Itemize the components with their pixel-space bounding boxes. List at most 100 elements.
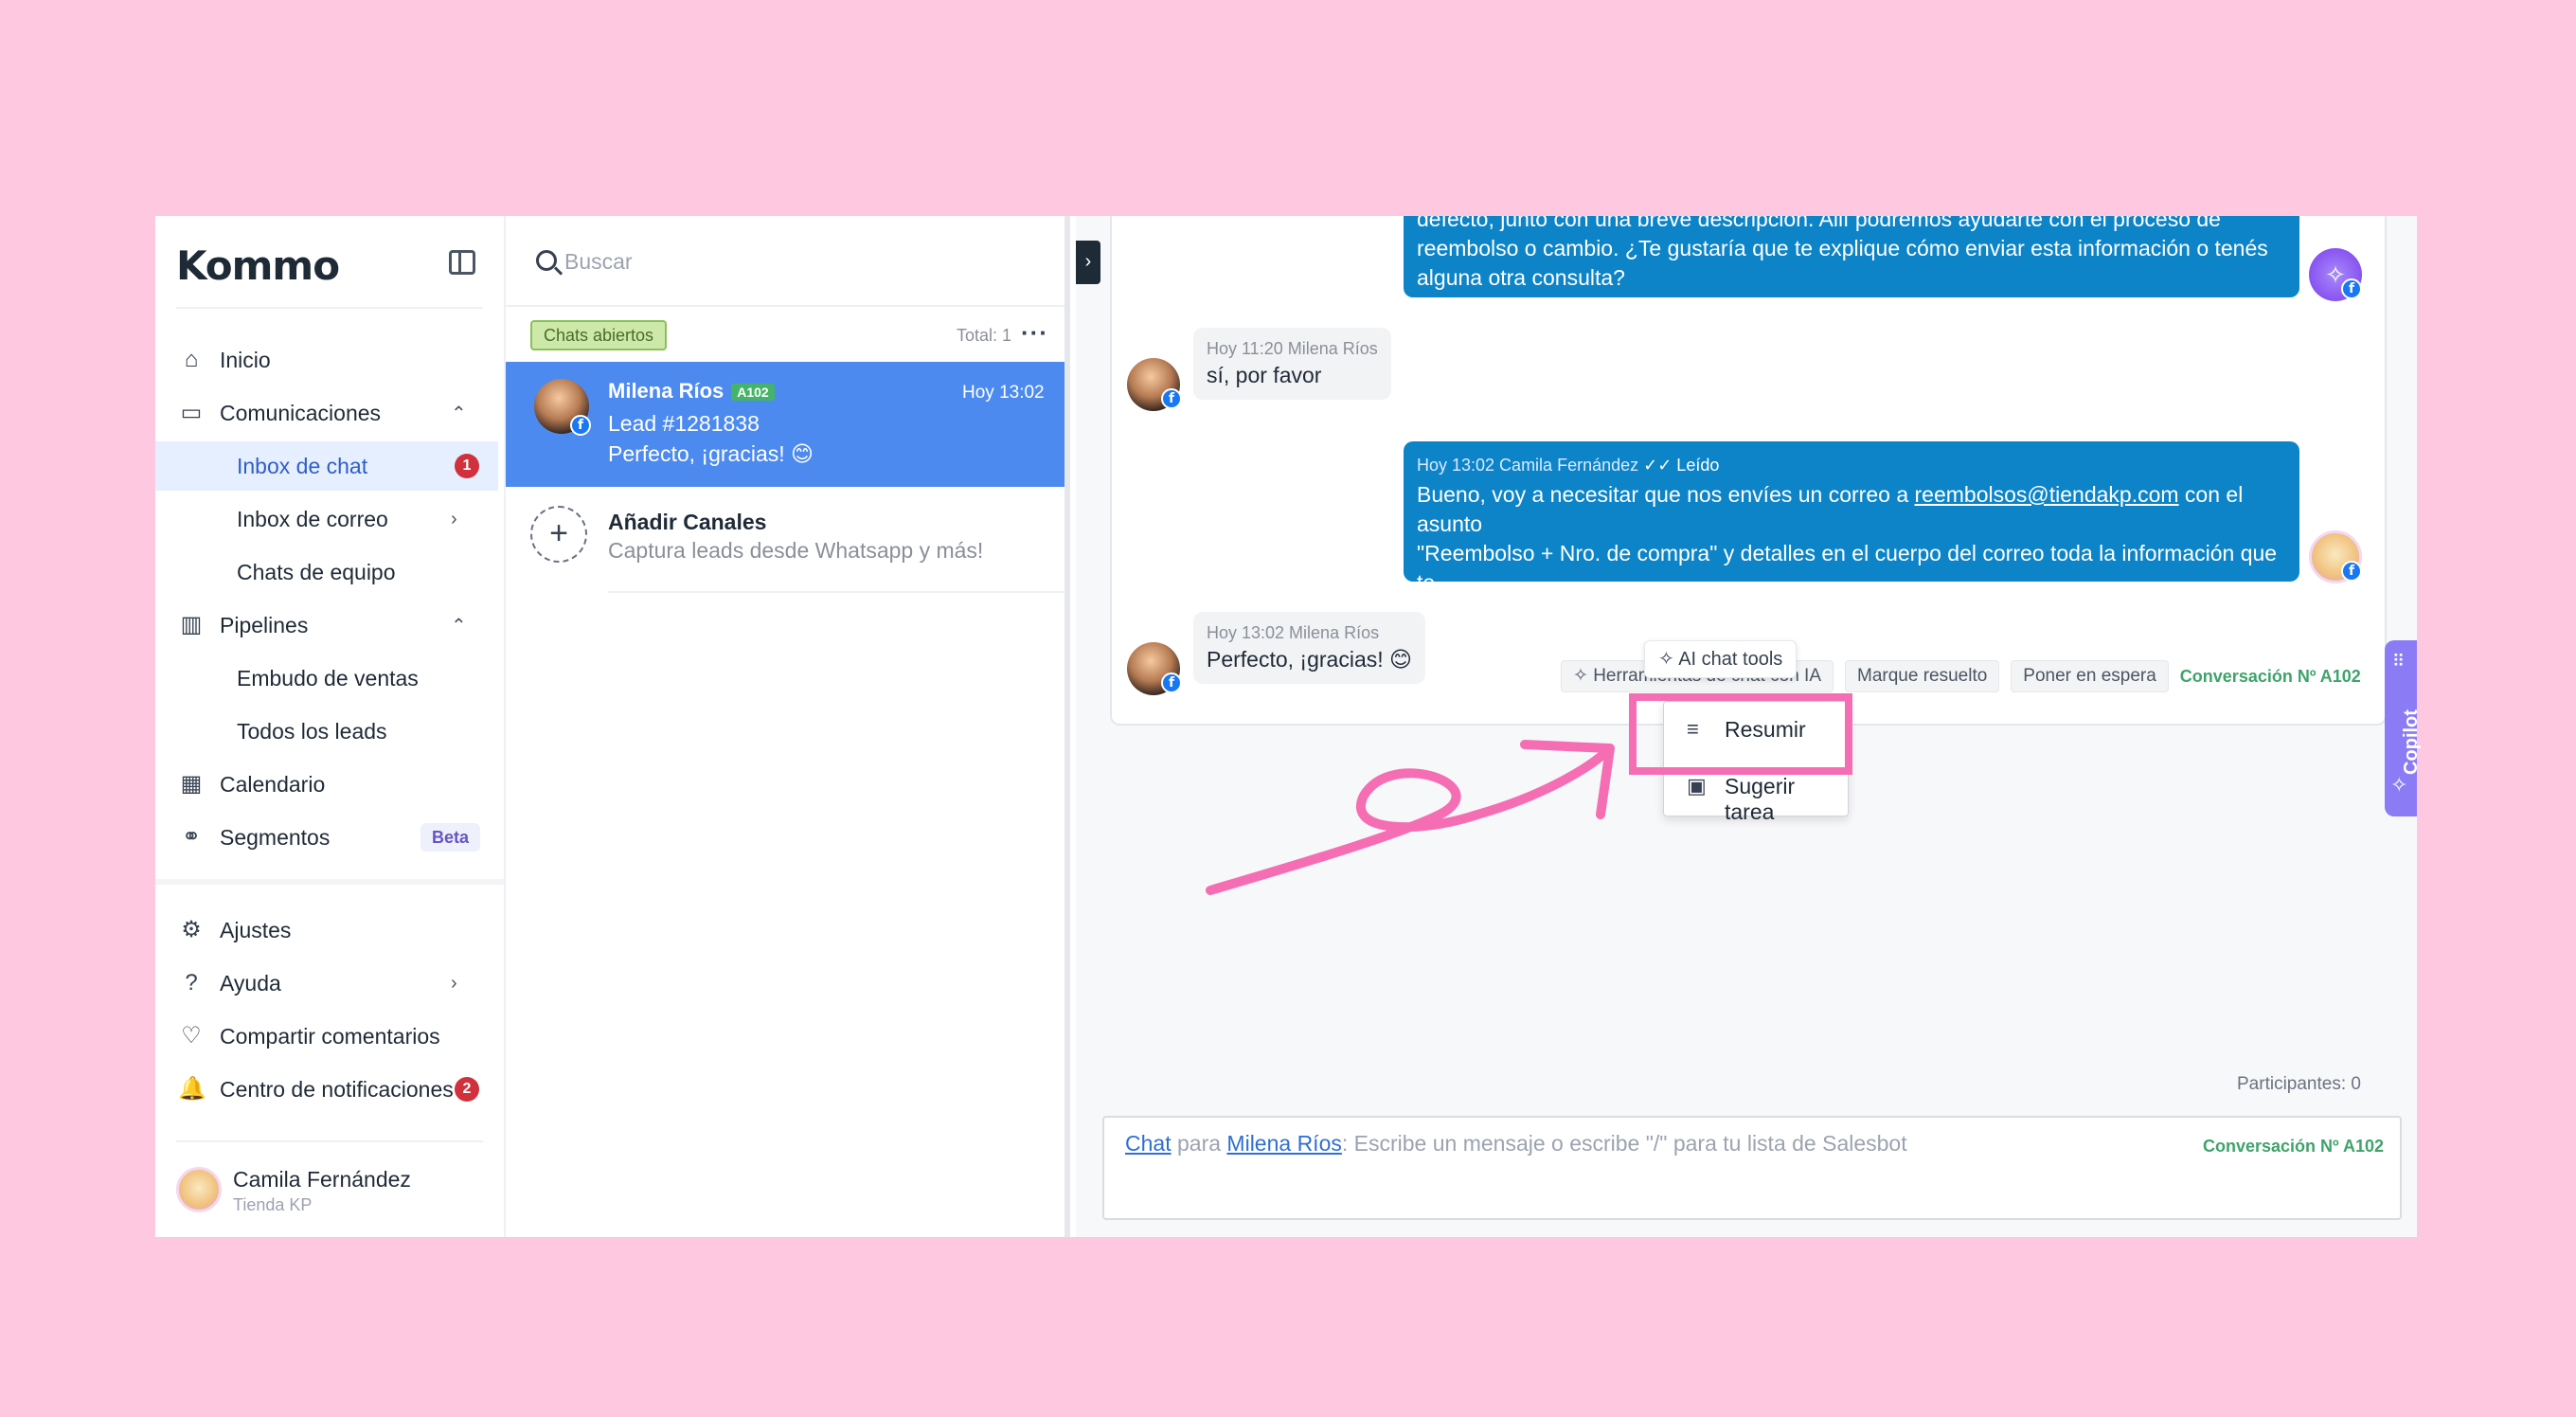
outgoing-message: Hoy 13:02 Camila Fernández ✓✓ Leído Buen… [1404,441,2299,624]
put-on-hold-button[interactable]: Poner en espera [2011,660,2169,692]
lead-number: Lead #1281838 [608,411,760,436]
chat-list-panel: Chats abiertos Total: 1 ··· f Milena Río… [506,216,1070,1237]
gear-icon: ⚙ [181,917,202,942]
conversation-number: Conversación Nº A102 [2179,666,2361,686]
contact-name-text: Milena Ríos [608,379,724,403]
chevron-right-icon[interactable]: › [451,509,457,530]
chat-list-item[interactable]: f Milena Ríos A102 Hoy 13:02 Lead #128183… [506,362,1064,487]
sparkle-icon: ✧ [2390,773,2408,797]
add-channels-subtitle: Captura leads desde Whatsapp y más! [608,538,984,563]
sidebar-item-label: Centro de notificaciones [220,1076,454,1102]
divider [176,307,483,309]
message-text: Bueno, voy a necesitar que nos envíes un… [1417,482,1915,507]
sidebar-item-label: Inicio [220,347,271,372]
sidebar-item-chats-equipo[interactable]: Chats de equipo [155,547,498,597]
more-options-icon[interactable]: ··· [1021,318,1048,348]
chevron-right-icon[interactable]: › [451,973,457,995]
message-thread[interactable]: defecto, junto con una breve descripción… [1110,216,2387,726]
message-line: reembolso o cambio. ¿Te gustaría que te … [1417,236,2268,260]
calendar-task-icon: ▣ [1687,774,1707,798]
incoming-message: Hoy 13:02 Milena Ríos Perfecto, ¡gracias… [1193,612,1425,684]
sidebar-item-calendario[interactable]: ▦ Calendario [155,760,498,809]
sidebar-item-label: Compartir comentarios [220,1023,440,1049]
segments-icon: ⚭ [181,824,202,850]
outgoing-message: defecto, junto con una breve descripción… [1404,216,2299,297]
message-meta: Hoy 13:02 Camila Fernández ✓✓ Leído [1417,451,2286,480]
message-meta-text: Hoy 13:02 Camila Fernández [1417,456,1639,475]
composer-placeholder[interactable]: Chat para Milena Ríos: Escribe un mensaj… [1125,1131,1907,1157]
conversation-tag: A102 [731,384,775,402]
sidebar-item-label: Inbox de correo [237,506,388,531]
sidebar-item-label: Ajustes [220,917,292,942]
sidebar-item-compartir[interactable]: ♡ Compartir comentarios [155,1012,498,1061]
sidebar-item-label: Chats de equipo [237,559,396,584]
user-org: Tienda KP [233,1195,313,1214]
divider [608,591,1064,593]
composer-conversation-number: Conversación Nº A102 [2203,1137,2384,1156]
search-bar [506,216,1064,307]
sidebar-item-label: Embudo de ventas [237,665,419,691]
sidebar-item-ajustes[interactable]: ⚙ Ajustes [155,906,498,955]
chevron-up-icon[interactable]: ⌃ [451,402,467,425]
sidebar-item-notificaciones[interactable]: 🔔 Centro de notificaciones 2 [155,1065,498,1114]
sidebar-item-segmentos[interactable]: ⚭ Segmentos Beta [155,813,498,862]
ai-tools-tooltip: ✧ AI chat tools [1644,640,1798,678]
sidebar-item-ayuda[interactable]: ? Ayuda › [155,959,498,1008]
copilot-tab[interactable]: ⠿ Copilot ✧ [2385,640,2422,816]
facebook-icon: f [2341,278,2362,299]
user-name[interactable]: Camila Fernández [233,1167,411,1193]
sidebar-item-inbox-chat[interactable]: Inbox de chat 1 [155,441,498,491]
channel-selector[interactable]: Chat [1125,1131,1172,1156]
ai-tools-tooltip-text: AI chat tools [1678,649,1783,670]
chevron-up-icon[interactable]: ⌃ [451,614,467,637]
facebook-icon: f [1161,673,1182,693]
search-input[interactable] [564,242,1019,280]
sidebar-item-inicio[interactable]: ⌂ Inicio [155,335,498,385]
divider [176,1140,483,1142]
sidebar-toggle-icon[interactable] [449,250,475,275]
pipeline-icon: ▥ [180,612,203,637]
expand-panel-icon[interactable]: › [1076,241,1100,284]
sidebar-item-comunicaciones[interactable]: ▭ Comunicaciones ⌃ [155,388,498,438]
sidebar-item-label: Comunicaciones [220,400,382,425]
message-line: defecto, junto con una breve descripción… [1417,216,2221,231]
user-avatar[interactable] [176,1167,222,1212]
search-icon [536,250,557,271]
message-line: comenté. [1417,600,1507,624]
incoming-message: Hoy 11:20 Milena Ríos sí, por favor [1193,328,1391,400]
mark-resolved-button[interactable]: Marque resuelto [1845,660,2000,692]
drag-handle-icon[interactable]: ⠿ [2392,652,2405,672]
add-channels-item[interactable]: + Añadir Canales Captura leads desde Wha… [506,491,1064,593]
calendar-icon: ▦ [180,771,203,797]
message-line: alguna otra consulta? [1417,265,1625,290]
message-text: sí, por favor [1207,363,1322,387]
message-preview: Perfecto, ¡gracias! 😊 [608,441,814,466]
add-channels-title: Añadir Canales [608,510,767,534]
recipient-selector[interactable]: Milena Ríos [1226,1131,1341,1156]
email-link[interactable]: reembolsos@tiendakp.com [1915,482,2179,507]
sidebar-item-pipelines[interactable]: ▥ Pipelines ⌃ [155,601,498,650]
composer-hint: : Escribe un mensaje o escribe "/" para … [1341,1131,1907,1156]
sidebar-item-label: Pipelines [220,612,309,637]
message-meta: Hoy 11:20 Milena Ríos [1207,339,1378,358]
filter-open-chats[interactable]: Chats abiertos [530,320,668,350]
facebook-icon: f [2341,561,2362,582]
composer-connector: para [1176,1131,1222,1156]
message-text: Perfecto, ¡gracias! 😊 [1207,647,1412,672]
sidebar-item-label: Ayuda [220,970,281,995]
chat-time: Hoy 13:02 [962,383,1045,403]
sidebar-item-label: Calendario [220,771,326,797]
app-window: Kommo ⌂ Inicio ▭ Comunicaciones ⌃ Inbox … [155,216,2417,1237]
sidebar-item-inbox-correo[interactable]: Inbox de correo › [155,494,498,544]
contact-name: Milena Ríos A102 [608,379,775,404]
kommo-logo[interactable]: Kommo [176,242,340,289]
home-icon: ⌂ [184,347,199,372]
sidebar-item-embudo[interactable]: Embudo de ventas [155,654,498,703]
facebook-icon: f [570,415,591,436]
help-icon: ? [185,970,198,995]
sidebar: Kommo ⌂ Inicio ▭ Comunicaciones ⌃ Inbox … [155,216,506,1237]
beta-badge: Beta [420,823,481,852]
sidebar-item-label: Inbox de chat [237,453,368,478]
sidebar-item-todos-leads[interactable]: Todos los leads [155,707,498,756]
message-composer[interactable]: Chat para Milena Ríos: Escribe un mensaj… [1102,1116,2402,1220]
